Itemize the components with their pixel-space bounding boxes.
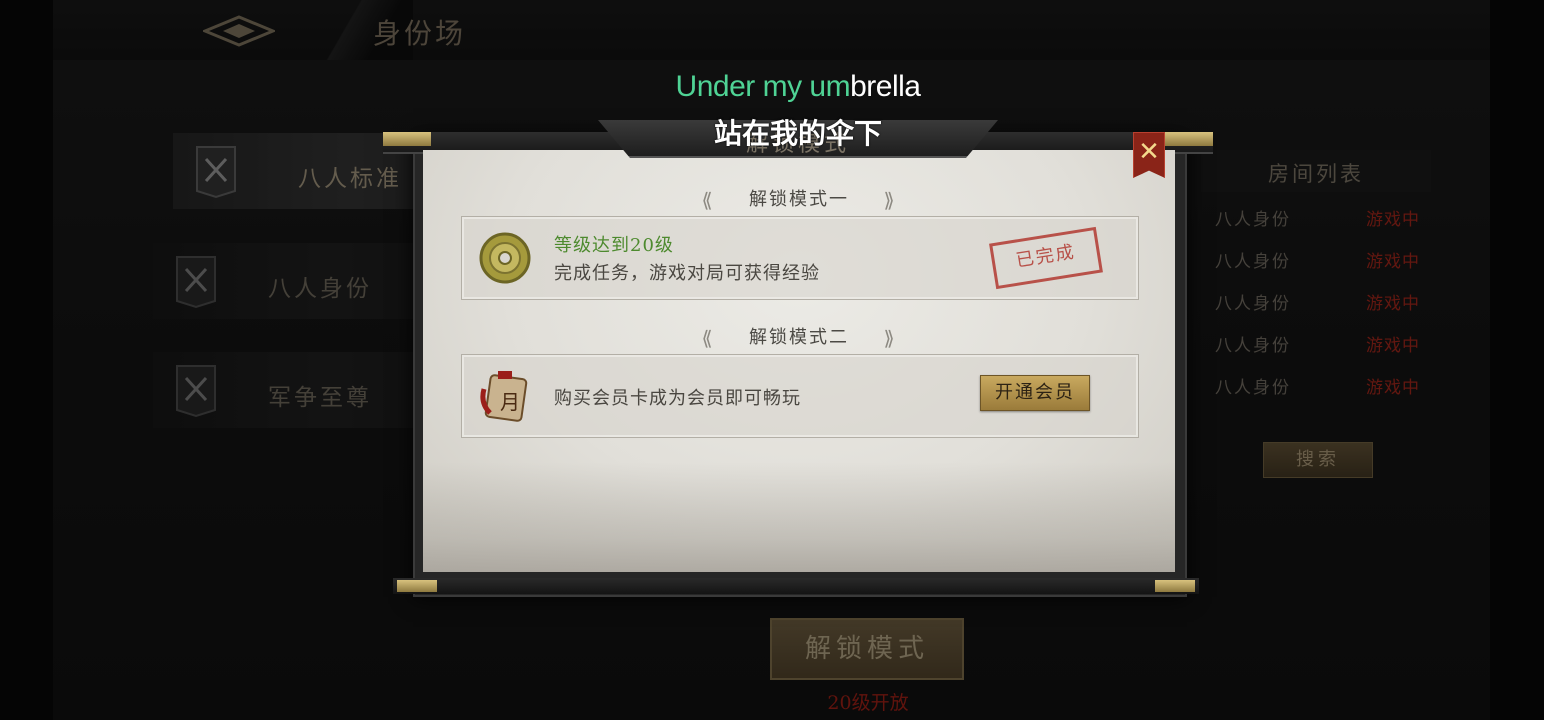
section-heading-text: 解锁模式二 — [749, 327, 849, 348]
vip-card: 月 购买会员卡成为会员即可畅玩 开通会员 — [461, 354, 1139, 438]
gold-corner-decoration — [397, 580, 437, 592]
room-name: 八人身份 — [1215, 210, 1291, 230]
room-list-panel: 房间列表 八人身份 游戏中 八人身份 游戏中 八人身份 游戏中 八人身份 游戏中… — [1201, 150, 1431, 400]
room-name: 八人身份 — [1215, 294, 1291, 314]
room-name: 八人身份 — [1215, 378, 1291, 398]
unlock-mode-dialog: ⟪ 解锁模式一 ⟫ 等级达到20级 完成任务，游戏对局可获得经验 已完成 ⟪ 解… — [383, 120, 1213, 597]
menu-item-label: 军争至尊 — [268, 385, 372, 411]
ornament-left-icon: ⟪ — [701, 326, 715, 350]
completed-stamp: 已完成 — [989, 226, 1103, 290]
room-row[interactable]: 八人身份 游戏中 — [1201, 328, 1431, 364]
room-status: 游戏中 — [1366, 210, 1420, 230]
lyric-sung-part: Under my um — [675, 70, 851, 103]
lyric-remaining-part: brella — [850, 70, 921, 103]
gold-corner-decoration — [1155, 580, 1195, 592]
crossed-swords-banner-icon — [176, 256, 216, 309]
lyric-subtitle-chinese: 站在我的伞下 — [713, 117, 882, 150]
room-name: 八人身份 — [1215, 252, 1291, 272]
room-status: 游戏中 — [1366, 336, 1420, 356]
dialog-body: ⟪ 解锁模式一 ⟫ 等级达到20级 完成任务，游戏对局可获得经验 已完成 ⟪ 解… — [423, 150, 1175, 572]
room-list-title: 房间列表 — [1201, 150, 1431, 192]
ornament-right-icon: ⟫ — [883, 326, 897, 350]
ornament-right-icon: ⟫ — [883, 188, 897, 212]
jade-coin-icon — [479, 232, 531, 284]
task-title: 等级达到20级 — [554, 235, 674, 256]
page-title: 身份场 — [373, 17, 467, 50]
ornament-left-icon: ⟪ — [701, 188, 715, 212]
room-row[interactable]: 八人身份 游戏中 — [1201, 370, 1431, 406]
room-status: 游戏中 — [1366, 294, 1420, 314]
unlock-mode-button[interactable]: 解锁模式 — [770, 618, 964, 680]
ink-landscape-decoration — [423, 462, 1175, 572]
search-button[interactable]: 搜索 — [1263, 442, 1373, 478]
room-status: 游戏中 — [1366, 378, 1420, 398]
svg-text:月: 月 — [500, 390, 520, 414]
room-name: 八人身份 — [1215, 336, 1291, 356]
room-row[interactable]: 八人身份 游戏中 — [1201, 244, 1431, 280]
section-heading-mode-two: ⟪ 解锁模式二 ⟫ — [699, 322, 899, 354]
dialog-bottom-bar — [393, 578, 1199, 594]
back-emblem-icon[interactable] — [203, 14, 275, 48]
vip-description: 购买会员卡成为会员即可畅玩 — [554, 388, 801, 409]
room-status: 游戏中 — [1366, 252, 1420, 272]
crossed-swords-banner-icon — [176, 365, 216, 418]
unlock-level-hint: 20级开放 — [827, 692, 909, 714]
task-card-level: 等级达到20级 完成任务，游戏对局可获得经验 已完成 — [461, 216, 1139, 300]
header: 身份场 — [53, 0, 1490, 60]
room-row[interactable]: 八人身份 游戏中 — [1201, 202, 1431, 238]
task-description: 完成任务，游戏对局可获得经验 — [554, 263, 820, 284]
open-membership-button[interactable]: 开通会员 — [980, 375, 1090, 411]
section-heading-mode-one: ⟪ 解锁模式一 ⟫ — [699, 184, 899, 216]
lyric-subtitle-english: Under my umbrella — [0, 70, 1544, 104]
crossed-swords-banner-icon — [196, 146, 236, 199]
vip-card-icon: 月 — [480, 371, 528, 422]
section-heading-text: 解锁模式一 — [749, 189, 849, 210]
room-row[interactable]: 八人身份 游戏中 — [1201, 286, 1431, 322]
menu-item-label: 八人身份 — [268, 276, 372, 302]
